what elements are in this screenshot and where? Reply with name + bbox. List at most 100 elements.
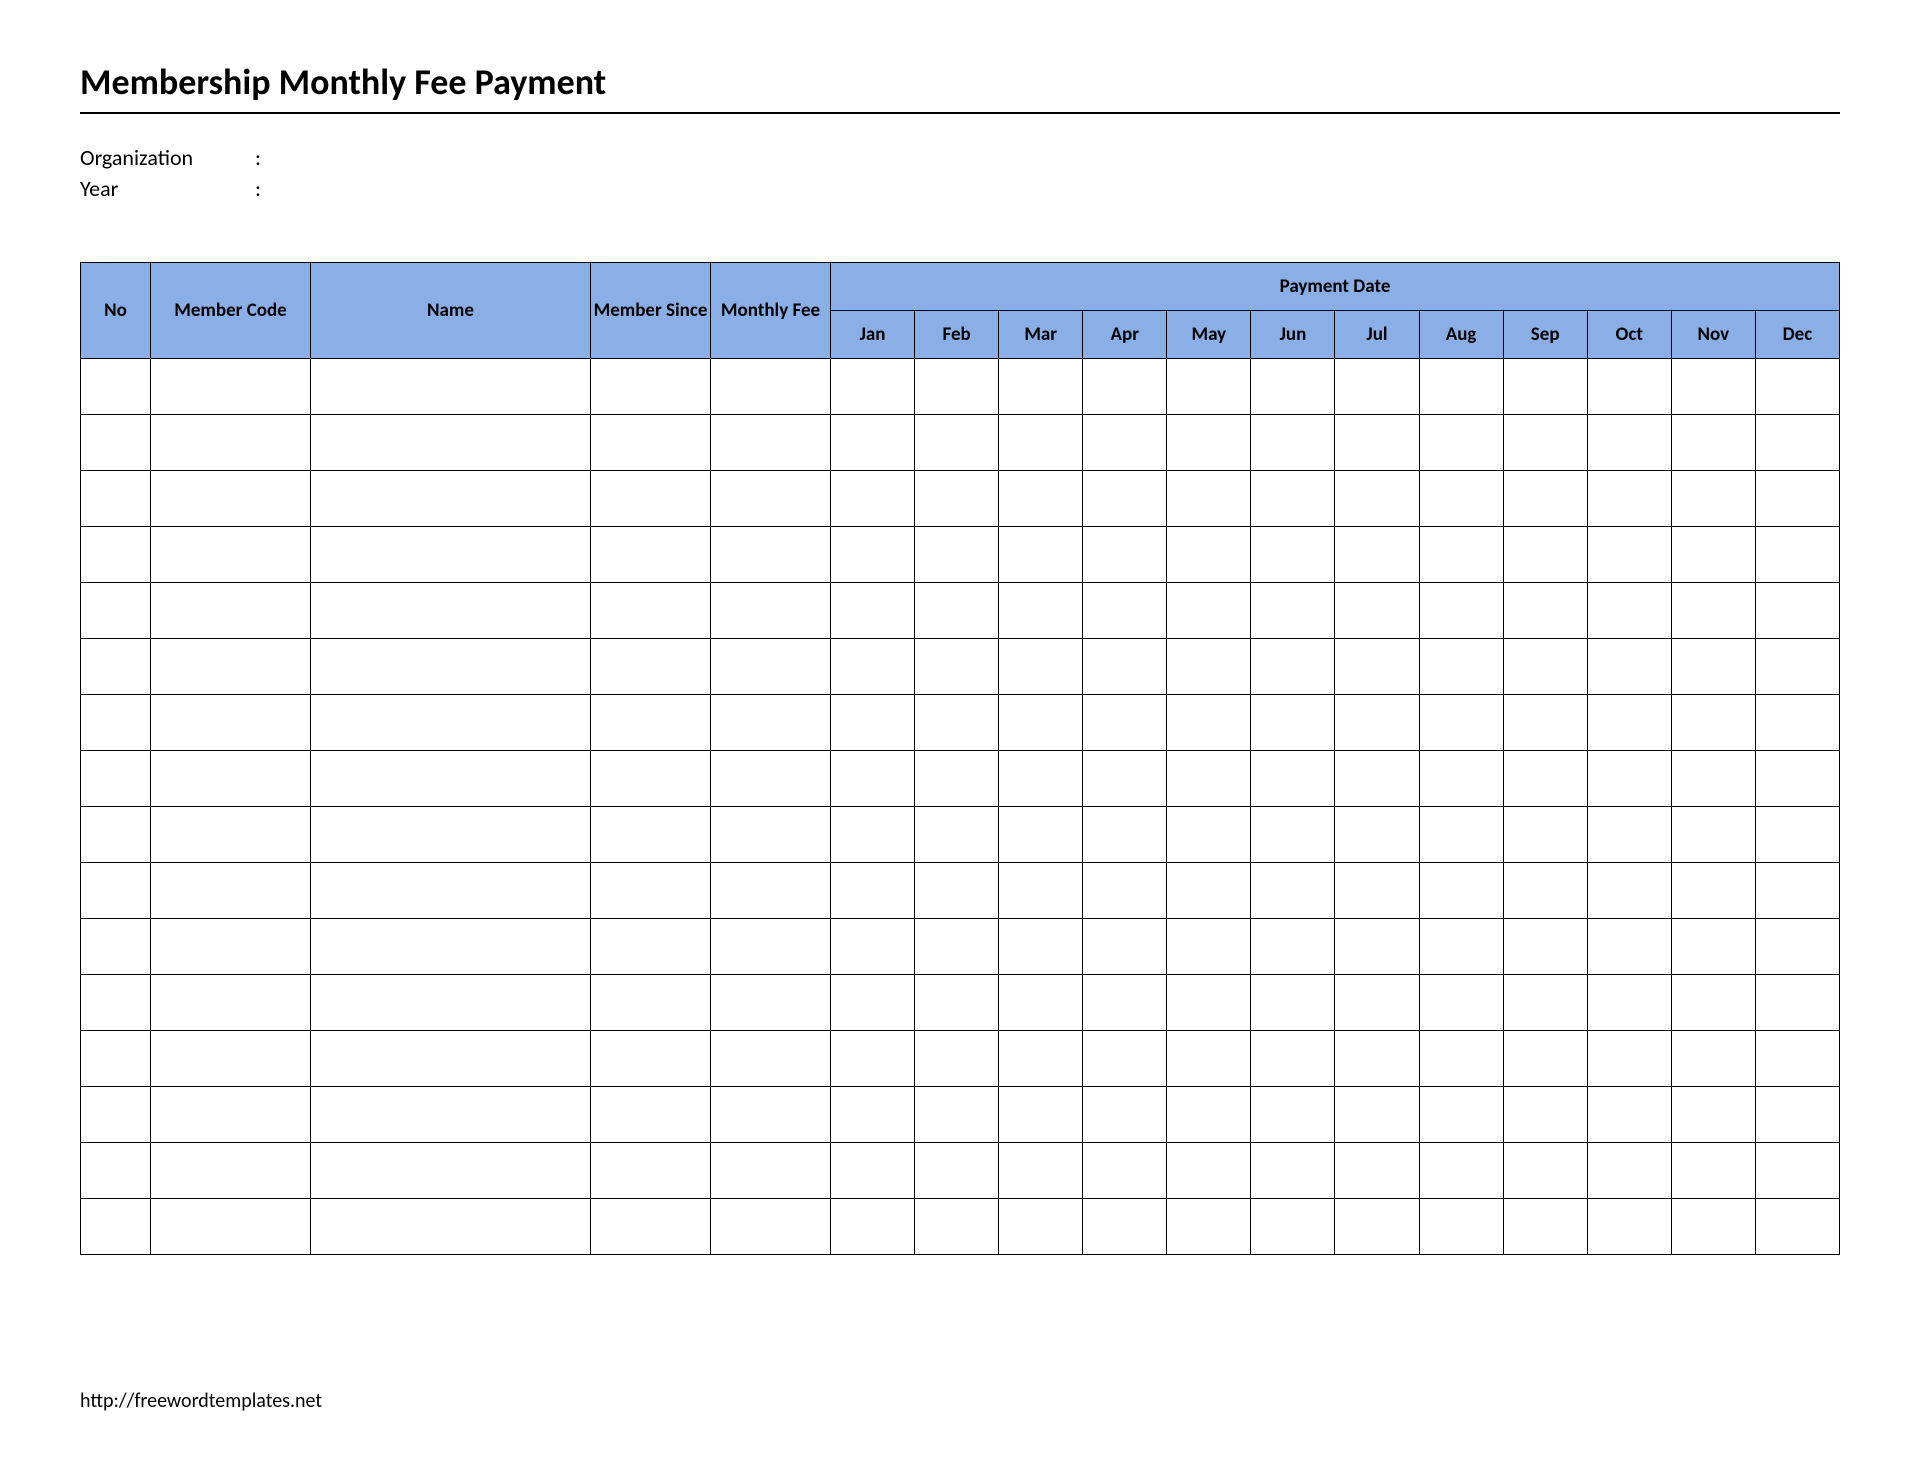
table-cell [1755, 1199, 1839, 1255]
table-cell [1167, 583, 1251, 639]
table-cell [1335, 751, 1419, 807]
table-cell [1419, 639, 1503, 695]
table-cell [1503, 471, 1587, 527]
table-cell [915, 359, 999, 415]
table-cell [1755, 975, 1839, 1031]
table-cell [151, 415, 311, 471]
table-cell [311, 1143, 591, 1199]
table-cell [591, 583, 711, 639]
table-row [81, 1143, 1840, 1199]
table-cell [1083, 751, 1167, 807]
table-cell [1167, 1143, 1251, 1199]
table-cell [1251, 471, 1335, 527]
table-header: No Member Code Name Member Since Monthly… [81, 263, 1840, 359]
table-cell [1083, 863, 1167, 919]
table-cell [1335, 527, 1419, 583]
table-cell [1503, 695, 1587, 751]
table-cell [711, 471, 831, 527]
table-cell [831, 415, 915, 471]
table-cell [1419, 1143, 1503, 1199]
table-cell [151, 975, 311, 1031]
table-cell [1083, 695, 1167, 751]
table-cell [1503, 807, 1587, 863]
table-cell [1251, 919, 1335, 975]
table-cell [591, 471, 711, 527]
table-cell [711, 1199, 831, 1255]
table-cell [311, 919, 591, 975]
table-cell [591, 359, 711, 415]
header-name: Name [311, 263, 591, 359]
table-cell [1083, 807, 1167, 863]
colon: : [255, 175, 275, 202]
table-cell [151, 1143, 311, 1199]
table-cell [1251, 583, 1335, 639]
table-cell [1083, 1199, 1167, 1255]
meta-row-organization: Organization : [80, 144, 1840, 171]
footer-url: http://freewordtemplates.net [80, 1389, 322, 1413]
table-cell [1167, 527, 1251, 583]
table-row [81, 583, 1840, 639]
table-cell [1671, 415, 1755, 471]
table-cell [591, 751, 711, 807]
table-cell [999, 583, 1083, 639]
table-cell [1419, 807, 1503, 863]
table-cell [1419, 1031, 1503, 1087]
table-cell [1419, 863, 1503, 919]
table-cell [1167, 751, 1251, 807]
table-cell [915, 695, 999, 751]
header-month-mar: Mar [999, 311, 1083, 359]
table-cell [81, 639, 151, 695]
table-cell [831, 863, 915, 919]
table-cell [1251, 975, 1335, 1031]
table-cell [1671, 807, 1755, 863]
table-cell [311, 751, 591, 807]
header-monthly-fee: Monthly Fee [711, 263, 831, 359]
table-cell [831, 807, 915, 863]
table-cell [1335, 1143, 1419, 1199]
table-cell [831, 527, 915, 583]
table-cell [711, 527, 831, 583]
table-cell [1083, 975, 1167, 1031]
table-cell [1671, 1087, 1755, 1143]
table-cell [1167, 863, 1251, 919]
table-cell [1167, 975, 1251, 1031]
table-cell [831, 1143, 915, 1199]
table-cell [1755, 415, 1839, 471]
table-cell [711, 1031, 831, 1087]
table-cell [81, 1143, 151, 1199]
table-cell [81, 919, 151, 975]
table-cell [151, 471, 311, 527]
table-cell [1755, 583, 1839, 639]
table-cell [1671, 639, 1755, 695]
table-cell [81, 863, 151, 919]
table-cell [81, 583, 151, 639]
table-cell [1755, 807, 1839, 863]
table-cell [999, 471, 1083, 527]
table-cell [1419, 471, 1503, 527]
table-cell [1167, 471, 1251, 527]
table-cell [999, 975, 1083, 1031]
table-cell [1335, 639, 1419, 695]
table-cell [1671, 751, 1755, 807]
table-cell [1755, 639, 1839, 695]
table-cell [1755, 527, 1839, 583]
table-cell [591, 807, 711, 863]
table-cell [711, 807, 831, 863]
table-row [81, 1087, 1840, 1143]
table-cell [1167, 695, 1251, 751]
table-cell [1251, 751, 1335, 807]
table-cell [915, 807, 999, 863]
table-cell [1587, 1031, 1671, 1087]
table-cell [81, 415, 151, 471]
table-cell [1335, 1199, 1419, 1255]
header-member-code: Member Code [151, 263, 311, 359]
table-cell [1335, 863, 1419, 919]
table-cell [1335, 415, 1419, 471]
table-cell [999, 1031, 1083, 1087]
meta-row-year: Year : [80, 175, 1840, 202]
table-cell [1503, 863, 1587, 919]
header-month-aug: Aug [1419, 311, 1503, 359]
table-cell [1419, 415, 1503, 471]
table-cell [999, 807, 1083, 863]
table-cell [999, 1087, 1083, 1143]
